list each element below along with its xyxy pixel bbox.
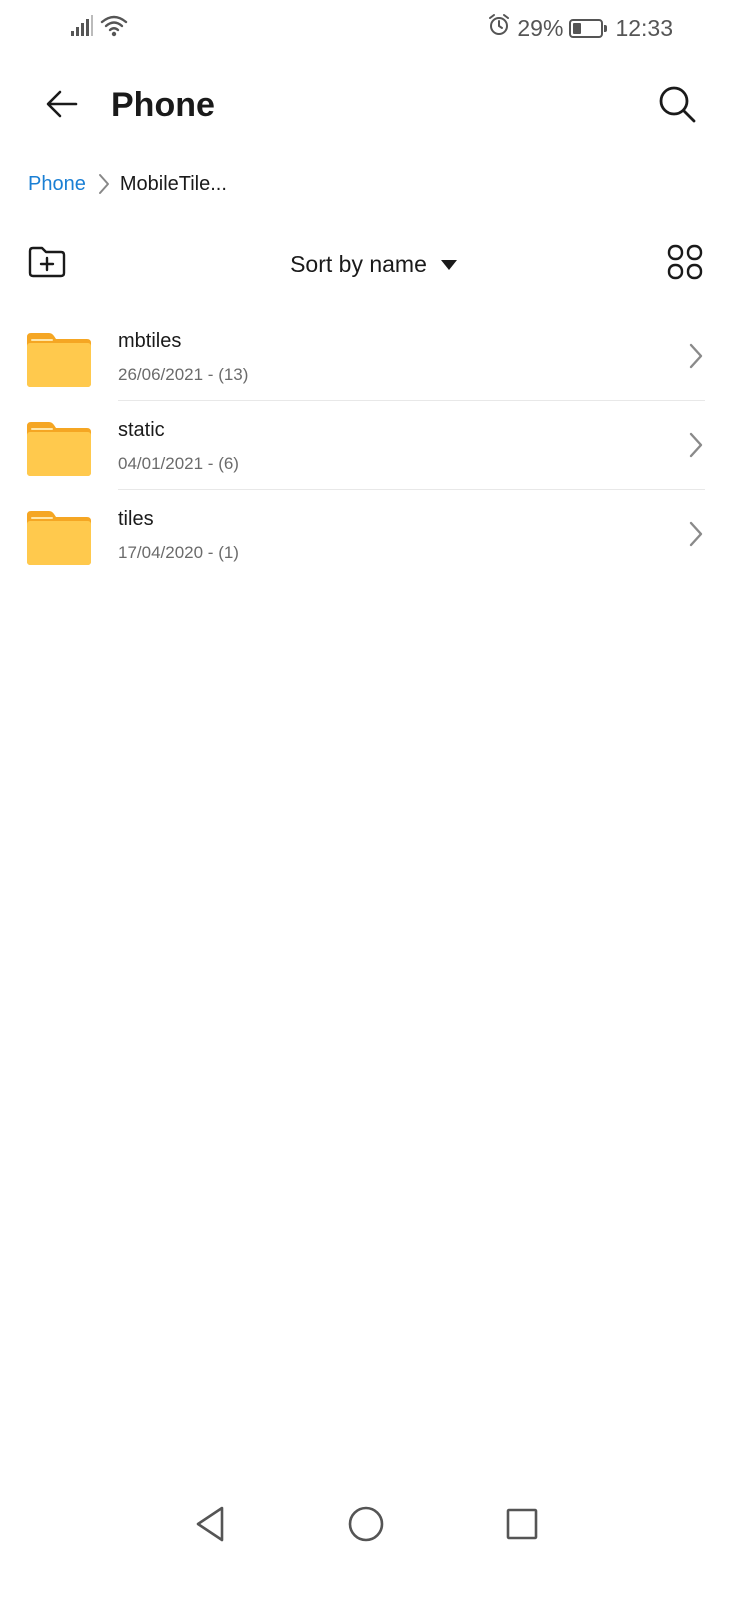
nav-back-button[interactable] [186,1502,234,1550]
app-bar: Phone [0,66,747,146]
status-right: 29% 12:33 [487,12,673,44]
caret-down-icon [440,260,457,270]
breadcrumb: Phone MobileTile... [28,166,227,202]
list-item[interactable]: mbtiles 26/06/2021 - (13) [0,312,747,401]
nav-back-icon [192,1504,228,1549]
chevron-right-icon [687,342,705,370]
battery-icon [569,18,608,38]
alarm-icon [487,13,511,43]
battery-percent: 29% [517,14,564,41]
nav-recents-button[interactable] [498,1502,546,1550]
chevron-right-icon [98,173,110,195]
item-meta: 26/06/2021 - (13) [118,365,249,384]
status-left [70,14,128,42]
folder-icon [27,333,91,387]
clock: 12:33 [615,14,673,41]
back-button[interactable] [38,82,86,130]
list-item[interactable]: tiles 17/04/2020 - (1) [0,490,747,579]
sort-label: Sort by name [290,250,427,277]
item-name: mbtiles [118,330,182,352]
item-meta: 04/01/2021 - (6) [118,454,239,473]
wifi-icon [100,14,128,43]
toolbar: Sort by name [0,236,747,292]
battery-level [573,22,582,34]
signal-icon [70,14,94,42]
grid-view-icon [667,244,703,285]
breadcrumb-root[interactable]: Phone [28,173,86,196]
chevron-right-icon [687,431,705,459]
list-item[interactable]: static 04/01/2021 - (6) [0,401,747,490]
folder-icon [27,422,91,476]
new-folder-button[interactable] [24,242,70,286]
view-toggle-button[interactable] [663,242,707,286]
nav-home-icon [346,1504,386,1549]
navigation-bar [0,1490,747,1562]
breadcrumb-current[interactable]: MobileTile... [120,173,227,196]
folder-icon [27,511,91,565]
item-name: tiles [118,508,154,530]
nav-recents-icon [504,1506,540,1547]
page-title: Phone [111,86,215,124]
arrow-left-icon [44,86,80,127]
new-folder-icon [27,245,67,284]
sort-button[interactable]: Sort by name [254,246,494,282]
status-bar: 29% 12:33 [0,0,747,56]
search-button[interactable] [651,80,703,132]
file-list: mbtiles 26/06/2021 - (13) static 04/01/2… [0,312,747,579]
item-meta: 17/04/2020 - (1) [118,543,239,562]
nav-home-button[interactable] [342,1502,390,1550]
chevron-right-icon [687,520,705,548]
item-name: static [118,419,165,441]
search-icon [657,84,697,129]
